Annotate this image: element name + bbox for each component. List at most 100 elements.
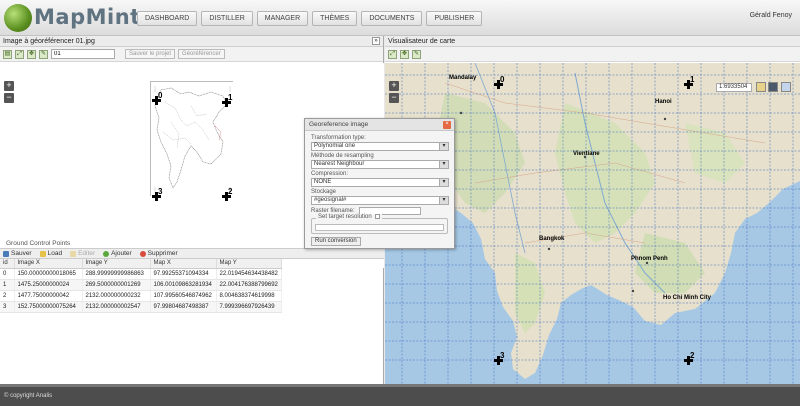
cell-map-x: 97.99255371094334 [150,268,217,280]
col-image-x[interactable]: Image X [14,259,83,269]
user-name[interactable]: Gérald Fenoy [750,12,792,19]
gcp-load-button[interactable]: Load [39,250,63,257]
cell-map-y: 7.999396697926439 [216,301,282,313]
target-resolution-checkbox[interactable] [375,214,381,219]
pick-point-icon[interactable]: ✎ [412,49,421,59]
transformation-label: Transformation type: [311,135,366,141]
table-row[interactable]: 2 1477.75000000042 2132.000000000232 107… [0,290,282,302]
target-resolution-input[interactable] [315,224,444,231]
nav-documents[interactable]: DOCUMENTS [361,11,423,26]
close-icon[interactable]: × [443,121,451,129]
cell-image-y: 288.99999999986863 [82,268,151,280]
georeference-dialog: Georeference image × Transformation type… [304,118,455,249]
gcp-save-button[interactable]: Sauver [3,250,32,257]
cell-id: 3 [0,301,15,313]
stockage-label: Stockage [311,189,337,195]
cell-map-x: 97.99804687498387 [150,301,217,313]
georeference-button[interactable]: Géoréférencer [178,49,225,59]
image-panel-title-text: Image à géoréférencer 01.jpg [3,38,95,45]
cell-map-x: 107.99560546874962 [150,290,217,302]
gcp-edit-button[interactable]: Editer [70,250,95,257]
gcp-label-1: 1 [228,93,233,102]
gcp-toolbar: Sauver Load Editer Ajouter Supprimer [0,248,384,259]
col-image-y[interactable]: Image Y [82,259,151,269]
city-mandalay: Mandalay [449,75,477,81]
gcp-header-row: id Image X Image Y Map X Map Y [0,259,282,269]
map-panel-title-text: Visualisateur de carte [388,38,456,45]
image-toolbar: ▤ ⤢ ✥ ✎ Sauver le projet Géoréférencer [0,47,383,62]
dialog-title-text: Georeference image [309,121,369,128]
target-resolution-label: Set target resolution [318,214,372,221]
gcp-table: id Image X Image Y Map X Map Y 0 150.000… [0,259,282,313]
compression-select[interactable]: NONE [311,178,449,187]
nav-manager[interactable]: MANAGER [256,11,309,26]
pan-icon[interactable]: ✥ [27,49,36,59]
nav-distiller[interactable]: DISTILLER [201,11,253,26]
zoom-out-button[interactable]: − [4,93,14,103]
col-map-x[interactable]: Map X [150,259,217,269]
map-toolbar: ⤢ ✥ ✎ [385,47,800,62]
cell-map-y: 22.019454634438482 [216,268,282,280]
logo-text: MapMint [34,5,141,29]
cell-id: 2 [0,290,15,302]
pencil-icon [70,250,77,257]
footer: © copyright Analis [0,387,800,406]
map-gcp-label-2: 2 [690,351,695,360]
print-icon[interactable] [768,82,778,92]
gcp-delete-label: Supprimer [147,250,178,257]
city-bangkok: Bangkok [539,236,565,242]
layers-icon[interactable]: ▤ [3,49,12,59]
city-hanoi: Hanoi [655,99,672,105]
gcp-section: Ground Control Points Sauver Load Editer… [0,239,384,313]
city-phnom-penh: Phnom Penh [631,256,668,262]
gcp-save-label: Sauver [11,250,32,257]
cell-image-y: 269.5000000001269 [82,279,151,291]
map-zoom-in-button[interactable]: + [389,81,399,91]
cell-image-x: 1477.75000000042 [14,290,83,302]
export-icon[interactable] [781,82,791,92]
nav-publisher[interactable]: PUBLISHER [426,11,483,26]
zoom-in-button[interactable]: + [4,81,14,91]
transformation-select[interactable]: Polynomial one [311,142,449,151]
gcp-label-0: 0 [158,91,163,100]
col-map-y[interactable]: Map Y [216,259,282,269]
table-row[interactable]: 1 1475.25000000024 269.5000000001269 106… [0,279,282,291]
target-resolution-fieldset: Set target resolution [311,214,448,234]
folder-icon [39,250,46,257]
col-id[interactable]: id [0,259,15,269]
save-project-button[interactable]: Sauver le projet [125,49,176,59]
cell-map-x: 106.00109863281934 [150,279,217,291]
table-row[interactable]: 0 150.00000000018065 288.99999999986863 … [0,268,282,280]
map-panel-title: Visualisateur de carte [385,36,800,47]
table-row[interactable]: 3 152.75000000075264 2132.000000002547 9… [0,301,282,313]
gcp-delete-button[interactable]: Supprimer [139,250,178,257]
nav-dashboard[interactable]: DASHBOARD [137,11,198,26]
map-zoom-out-button[interactable]: − [389,93,399,103]
gcp-add-button[interactable]: Ajouter [103,250,132,257]
resampling-select[interactable]: Nearest Neighbour [311,160,449,169]
cell-image-x: 150.00000000018065 [14,268,83,280]
target-resolution-legend: Set target resolution [316,214,383,221]
collapse-icon[interactable]: » [372,37,380,45]
cell-image-x: 152.75000000075264 [14,301,83,313]
copyright-text: © copyright Analis [4,393,53,399]
gcp-load-label: Load [47,250,63,257]
zoom-extent-icon[interactable]: ⤢ [388,49,397,59]
nav-themes[interactable]: THÈMES [312,11,358,26]
run-conversion-button[interactable]: Run conversion [311,237,361,246]
cell-image-x: 1475.25000000024 [14,279,83,291]
pan-icon[interactable]: ✥ [400,49,409,59]
project-name-input[interactable] [51,49,115,59]
delete-icon [139,250,146,257]
pick-point-icon[interactable]: ✎ [39,49,48,59]
add-icon [103,250,110,257]
cell-id: 1 [0,279,15,291]
layers-switcher-icon[interactable] [756,82,766,92]
save-icon [3,250,9,257]
city-ho-chi-minh: Ho Chi Minh City [663,295,711,301]
scale-field[interactable]: 1:6933504 [716,83,752,92]
zoom-extent-icon[interactable]: ⤢ [15,49,24,59]
stockage-select[interactable]: #geosignal# [311,196,449,205]
gcp-edit-label: Editer [78,250,96,257]
city-vientiane: Vientiane [573,151,600,157]
